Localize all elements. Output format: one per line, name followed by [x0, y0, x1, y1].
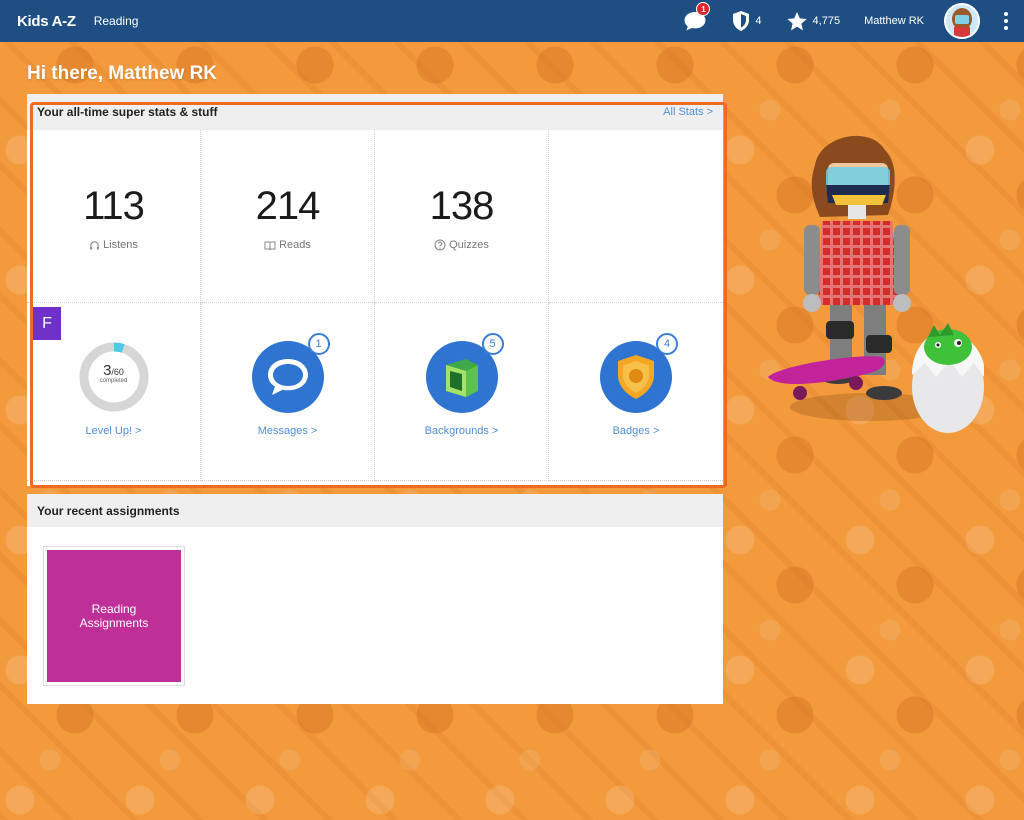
listens-stat[interactable]: 113 Listens	[27, 130, 201, 303]
reads-label: Reads	[279, 239, 311, 251]
stars-count: 4,775	[812, 15, 841, 27]
quizzes-stat[interactable]: 138 Quizzes	[375, 130, 549, 303]
stats-title: Your all-time super stats & stuff	[37, 105, 218, 119]
shields-count: 4	[755, 15, 762, 27]
nav-reading-link[interactable]: Reading	[94, 14, 139, 28]
book-icon	[264, 241, 276, 250]
stats-grid: 113 Listens 214 Reads 138 Quizzes 3/60 c…	[27, 130, 723, 481]
username[interactable]: Matthew RK	[864, 15, 924, 27]
brand-logo[interactable]: Kids A-Z	[17, 13, 76, 30]
listens-label: Listens	[103, 239, 138, 251]
quizzes-count: 138	[429, 184, 495, 228]
question-icon	[434, 239, 446, 251]
quizzes-label-row: Quizzes	[434, 239, 489, 251]
messages-tile-icon-wrap: 1	[251, 333, 330, 413]
shield-icon	[733, 11, 750, 31]
backgrounds-tile[interactable]: 5 Backgrounds >	[375, 303, 549, 481]
reads-count: 214	[255, 184, 321, 228]
messages-link[interactable]: Messages >	[258, 425, 318, 437]
greeting: Hi there, Matthew RK	[27, 63, 218, 84]
reading-assignments-button[interactable]: Reading Assignments	[47, 550, 181, 682]
progress-caption: completed	[99, 378, 128, 384]
shields-counter[interactable]: 4	[731, 10, 762, 32]
listens-label-row: Listens	[89, 239, 138, 251]
stats-card: Your all-time super stats & stuff All St…	[27, 94, 723, 486]
level-progress-ring: 3/60 completed	[78, 341, 150, 413]
badges-tile-icon-wrap: 4	[600, 333, 678, 413]
quizzes-label: Quizzes	[449, 239, 489, 251]
badges-link[interactable]: Badges >	[613, 425, 660, 437]
tile-line-1: Reading	[91, 602, 137, 616]
assignments-title: Your recent assignments	[37, 503, 180, 518]
assignments-card: Your recent assignments Reading Assignme…	[27, 494, 723, 704]
messages-button[interactable]: 1	[683, 2, 711, 32]
progress-total: /60	[111, 367, 124, 377]
assignments-header: Your recent assignments	[27, 494, 723, 527]
tile-line-2: Assignments	[79, 616, 149, 630]
backgrounds-tile-icon-wrap: 5	[425, 333, 504, 413]
stars-counter[interactable]: 4,775	[786, 11, 841, 32]
more-menu-icon[interactable]	[1004, 12, 1010, 30]
reading-assignments-tile[interactable]: Reading Assignments	[43, 546, 185, 686]
backgrounds-count-badge: 5	[481, 333, 504, 355]
star-icon	[786, 11, 807, 30]
empty-stat-cell	[549, 130, 723, 303]
backgrounds-link[interactable]: Backgrounds >	[425, 425, 499, 437]
all-stats-link[interactable]: All Stats >	[663, 106, 713, 118]
reads-stat[interactable]: 214 Reads	[201, 130, 375, 303]
messages-count-badge: 1	[307, 333, 330, 355]
messages-tile[interactable]: 1 Messages >	[201, 303, 375, 481]
listens-count: 113	[83, 184, 145, 228]
avatar[interactable]	[944, 3, 980, 39]
level-up-link[interactable]: Level Up! >	[86, 425, 142, 437]
avatar-face-icon	[952, 8, 972, 37]
headphones-icon	[90, 240, 99, 250]
f-chip[interactable]: F	[33, 307, 61, 340]
top-bar: Kids A-Z Reading 1 4 4,775 Matthew RK	[0, 0, 1024, 42]
stats-header: Your all-time super stats & stuff All St…	[27, 94, 723, 130]
avatar-character-illustration[interactable]	[760, 125, 1000, 445]
progress-text: 3/60 completed	[78, 362, 150, 384]
reads-label-row: Reads	[264, 239, 311, 251]
badges-count-badge: 4	[656, 333, 678, 355]
badges-tile[interactable]: 4 Badges >	[549, 303, 723, 481]
messages-badge: 1	[696, 2, 711, 16]
